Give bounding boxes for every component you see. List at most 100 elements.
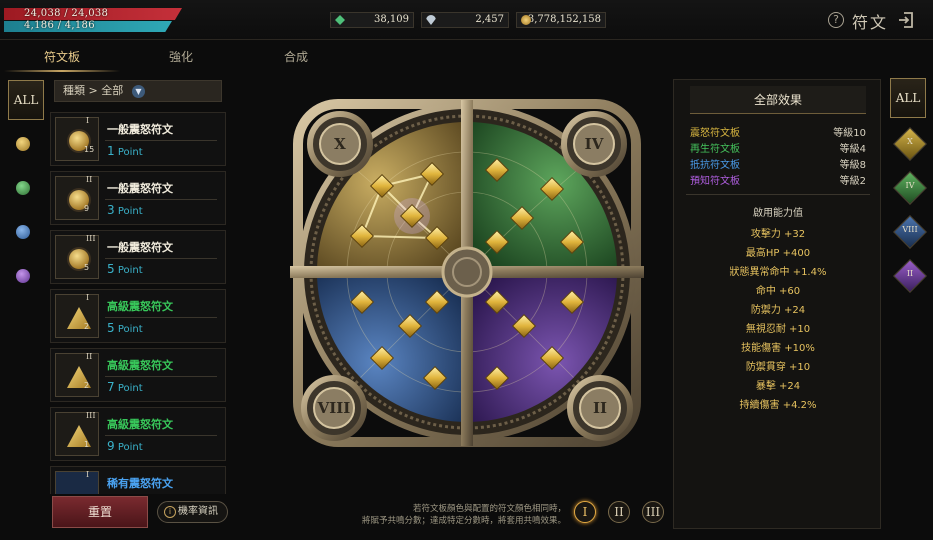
green-crystal-icon [335, 15, 345, 25]
rune-name: 高級震怒符文 [107, 359, 173, 372]
reset-button[interactable]: 重置 [52, 496, 148, 528]
active-stats-title: 啟用能力值 [753, 208, 803, 219]
rune-count: 2 [84, 322, 90, 331]
rune-tier: III [86, 234, 96, 243]
page-title: 符文 [852, 13, 889, 32]
rune-points: 5 Point [107, 262, 143, 276]
rune-list-item[interactable]: III 1 高級震怒符文 9 Point [50, 407, 226, 461]
currency-value: 38,109 [374, 14, 409, 25]
currency-value: 2,457 [475, 14, 504, 25]
board-level-row: 再生符文板 等級4 [690, 140, 866, 155]
stat-line: 攻擊力 +32 [750, 229, 806, 240]
stat-line: 無視忍耐 +10 [745, 324, 811, 335]
divider [105, 317, 217, 318]
corner-label: IV [585, 135, 604, 153]
rune-name: 一般震怒符文 [107, 123, 173, 136]
blue-gem-filter-icon[interactable] [16, 225, 30, 239]
note-line: 若符文板顏色與配置的符文顏色相同時， [412, 504, 566, 514]
hp-text: 24,038 / 24,038 [24, 8, 109, 19]
purple-gem-filter-icon[interactable] [16, 269, 30, 283]
rune-name: 一般震怒符文 [107, 182, 173, 195]
rune-board: X IV VIII II [290, 99, 644, 447]
divider [686, 194, 870, 195]
rune-icon-frame [55, 471, 99, 494]
board-gem-label: VIII [902, 225, 918, 234]
board-page-button-2[interactable]: II [608, 501, 630, 523]
question-icon[interactable]: ? [828, 12, 844, 28]
all-effects-panel: 全部效果 震怒符文板 等級10 再生符文板 等級4 抵抗符文板 等級8 預知符文… [673, 79, 881, 529]
diamond-icon [426, 15, 436, 25]
stat-line: 狀態異常命中 +1.4% [729, 267, 827, 278]
board-center-medallion [441, 246, 493, 298]
rune-list-panel: 種類 > 全部 ▼ I 15 一般震怒符文 1 Point II 9 一般震怒符… [48, 78, 226, 494]
board-page-button-1[interactable]: I [574, 501, 596, 523]
stat-line: 暴擊 +24 [755, 381, 801, 392]
rune-list-item[interactable]: I 2 高級震怒符文 5 Point [50, 289, 226, 343]
tab-bar: 符文板 強化 合成 [0, 40, 933, 72]
rune-name: 高級震怒符文 [107, 418, 173, 431]
corner-label: X [334, 135, 346, 153]
board-name: 再生符文板 [690, 144, 740, 155]
resonance-note: 若符文板顏色與配置的符文顏色相同時， 將賦予共鳴分數；達成特定分數時，將套用共鳴… [356, 503, 566, 527]
board-level: 等級8 [839, 160, 866, 171]
rune-count: 9 [84, 204, 90, 213]
probability-info-button[interactable]: i 機率資訊 [157, 501, 228, 523]
exit-icon[interactable] [897, 11, 915, 29]
rune-tier: I [86, 116, 90, 125]
board-gem-label: II [906, 269, 914, 278]
rune-name: 稀有震怒符文 [107, 477, 173, 490]
currency-green-crystal: 38,109 [330, 12, 414, 28]
stat-line: 防禦力 +24 [750, 305, 806, 316]
tab-enhance[interactable]: 強化 [169, 48, 193, 65]
stat-line: 最高HP +400 [745, 248, 811, 259]
divider [105, 376, 217, 377]
divider [105, 258, 217, 259]
stat-line: 技能傷害 +10% [741, 343, 815, 354]
corner-label: II [593, 399, 607, 417]
info-icon: i [164, 506, 176, 518]
filter-all-button[interactable]: ALL [8, 80, 44, 120]
rune-points: 9 Point [107, 439, 143, 453]
currency-diamond: 2,457 [421, 12, 509, 28]
rune-icon-frame [55, 353, 99, 397]
rune-list-item[interactable]: I 15 一般震怒符文 1 Point [50, 112, 226, 166]
board-all-button[interactable]: ALL [890, 78, 926, 118]
corner-label: VIII [317, 399, 351, 417]
rune-points: 5 Point [107, 321, 143, 335]
probability-label: 機率資訊 [178, 506, 218, 517]
rune-list-item[interactable]: III 5 一般震怒符文 5 Point [50, 230, 226, 284]
tab-synthesis[interactable]: 合成 [284, 48, 308, 65]
rune-list-item[interactable]: II 9 一般震怒符文 3 Point [50, 171, 226, 225]
gold-gem-filter-icon[interactable] [16, 137, 30, 151]
board-level-row: 抵抗符文板 等級8 [690, 156, 866, 171]
type-filter-dropdown[interactable]: 種類 > 全部 ▼ [54, 80, 222, 102]
board-level: 等級4 [839, 144, 866, 155]
rune-icon-frame [55, 176, 99, 220]
green-gem-filter-icon[interactable] [16, 181, 30, 195]
rune-icon-frame [55, 294, 99, 338]
divider [105, 435, 217, 436]
right-board-sidebar: ALL X IV VIII II [888, 78, 930, 378]
board-name: 震怒符文板 [690, 128, 740, 139]
top-bar: 24,038 / 24,038 4,186 / 4,186 38,109 2,4… [0, 0, 933, 40]
board-level-row: 震怒符文板 等級10 [690, 124, 866, 139]
rune-list-item[interactable]: II 2 高級震怒符文 7 Point [50, 348, 226, 402]
currency-gold: 3,778,152,158 [516, 12, 606, 28]
note-line: 將賦予共鳴分數；達成特定分數時，將套用共鳴效果。 [361, 516, 566, 526]
currency-value: 3,778,152,158 [527, 14, 601, 25]
rune-name: 高級震怒符文 [107, 300, 173, 313]
rune-points: 3 Point [107, 203, 143, 217]
board-gem-label: X [907, 137, 913, 146]
chevron-down-icon[interactable]: ▼ [132, 85, 145, 98]
board-page-button-3[interactable]: III [642, 501, 664, 523]
tab-rune-board[interactable]: 符文板 [44, 48, 80, 65]
rune-name: 一般震怒符文 [107, 241, 173, 254]
stat-line: 持續傷害 +4.2% [739, 400, 817, 411]
stat-line: 防禦貫穿 +10 [745, 362, 811, 373]
gold-coin-icon [521, 15, 531, 25]
divider [105, 140, 217, 141]
stat-line: 命中 +60 [755, 286, 801, 297]
board-name: 抵抗符文板 [690, 160, 740, 171]
rune-list-item[interactable]: I 稀有震怒符文 [50, 466, 226, 494]
left-filter-sidebar: ALL [8, 80, 44, 500]
